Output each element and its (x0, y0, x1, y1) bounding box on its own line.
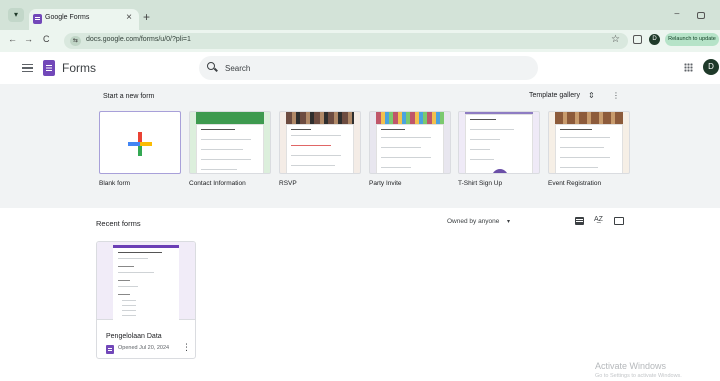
plus-icon-bar (128, 142, 152, 146)
account-avatar[interactable]: D (703, 59, 719, 75)
form-opened-date: Opened Jul 20, 2024 (118, 345, 170, 351)
template-label[interactable]: Blank form (99, 180, 181, 187)
search-input[interactable] (225, 61, 525, 75)
main-menu-icon[interactable] (22, 64, 33, 72)
address-bar[interactable]: ⇆ docs.google.com/forms/u/0/?pli=1 ☆ (64, 33, 628, 49)
template-tshirt-signup[interactable]: T-Shirt Sign Up (458, 111, 540, 187)
sort-az-icon[interactable]: A͢Z (594, 216, 603, 223)
template-contact-information[interactable]: Contact Information (189, 111, 271, 187)
form-more-options-icon[interactable]: ⋮ (182, 342, 191, 353)
template-thumbnail[interactable] (369, 111, 451, 174)
template-event-registration[interactable]: Event Registration (548, 111, 630, 187)
start-new-form-title: Start a new form (103, 93, 155, 100)
new-tab-button[interactable]: + (143, 10, 150, 24)
template-header-band (286, 112, 354, 124)
template-header-band (196, 112, 264, 124)
tab-close-icon[interactable]: × (126, 12, 132, 23)
url-text[interactable]: docs.google.com/forms/u/0/?pli=1 (86, 36, 191, 43)
template-thumbnail[interactable] (548, 111, 630, 174)
reload-button[interactable]: C (43, 34, 50, 44)
template-label[interactable]: Party Invite (369, 180, 451, 187)
template-paper (465, 114, 533, 173)
bookmark-star-icon[interactable]: ☆ (611, 34, 620, 45)
forward-button[interactable]: → (24, 34, 33, 44)
template-label[interactable]: Contact Information (189, 180, 271, 187)
site-settings-icon[interactable]: ⇆ (70, 36, 81, 46)
unfold-icon[interactable]: ⇕ (588, 91, 595, 100)
form-preview-thumbnail[interactable] (97, 242, 195, 320)
forms-favicon-icon (33, 14, 42, 24)
back-button[interactable]: ← (8, 34, 17, 44)
template-thumbnail[interactable] (458, 111, 540, 174)
form-title[interactable]: Pengelolaan Data (106, 333, 162, 340)
template-gallery-button[interactable]: Template gallery (529, 92, 580, 99)
template-rsvp[interactable]: RSVP (279, 111, 361, 187)
browser-tab-strip: ▾ Google Forms × + − (0, 0, 720, 30)
recent-forms-title: Recent forms (96, 219, 141, 228)
folder-icon[interactable] (614, 217, 624, 225)
list-view-icon[interactable] (575, 217, 584, 225)
activate-windows-hint: Go to Settings to activate Windows. (595, 373, 682, 379)
browser-tab[interactable]: Google Forms × (29, 9, 139, 30)
more-options-icon[interactable]: ⋮ (612, 91, 620, 100)
tab-title: Google Forms (45, 14, 90, 21)
google-apps-icon[interactable] (684, 63, 693, 72)
forms-logo-icon[interactable] (43, 60, 55, 76)
template-label[interactable]: RSVP (279, 180, 361, 187)
template-blank[interactable]: Blank form (99, 111, 181, 187)
start-new-form-section: Start a new form Template gallery ⇕ ⋮ Bl… (0, 84, 720, 208)
window-minimize-button[interactable]: − (674, 9, 680, 20)
template-paper (286, 124, 354, 173)
forms-file-icon (106, 345, 114, 354)
template-header-band (555, 112, 623, 124)
template-paper (376, 124, 444, 173)
template-label[interactable]: Event Registration (548, 180, 630, 187)
template-label[interactable]: T-Shirt Sign Up (458, 180, 540, 187)
form-preview-sheet (113, 245, 179, 320)
forms-app-bar: Forms D (0, 52, 720, 84)
search-icon[interactable] (207, 62, 215, 70)
extensions-icon[interactable] (633, 35, 642, 44)
template-paper (196, 124, 264, 173)
template-thumbnail[interactable] (279, 111, 361, 174)
relaunch-button[interactable]: Relaunch to update (665, 33, 719, 46)
window-restore-button[interactable] (697, 12, 705, 19)
template-party-invite[interactable]: Party Invite (369, 111, 451, 187)
activate-windows-watermark: Activate Windows (595, 361, 667, 371)
template-header-band (376, 112, 444, 124)
owner-filter-dropdown[interactable]: Owned by anyone (447, 218, 499, 225)
browser-profile-avatar[interactable]: D (649, 34, 660, 45)
browser-toolbar: ← → C ⇆ docs.google.com/forms/u/0/?pli=1… (0, 30, 720, 52)
template-thumbnail[interactable] (189, 111, 271, 174)
template-paper (555, 124, 623, 173)
blank-form-thumbnail[interactable] (99, 111, 181, 174)
recent-form-card[interactable]: Pengelolaan Data Opened Jul 20, 2024 ⋮ (96, 241, 196, 359)
dropdown-caret-icon[interactable]: ▾ (507, 218, 510, 225)
search-bar[interactable] (199, 56, 538, 80)
app-title[interactable]: Forms (62, 61, 96, 75)
tab-search-button[interactable]: ▾ (8, 8, 24, 22)
